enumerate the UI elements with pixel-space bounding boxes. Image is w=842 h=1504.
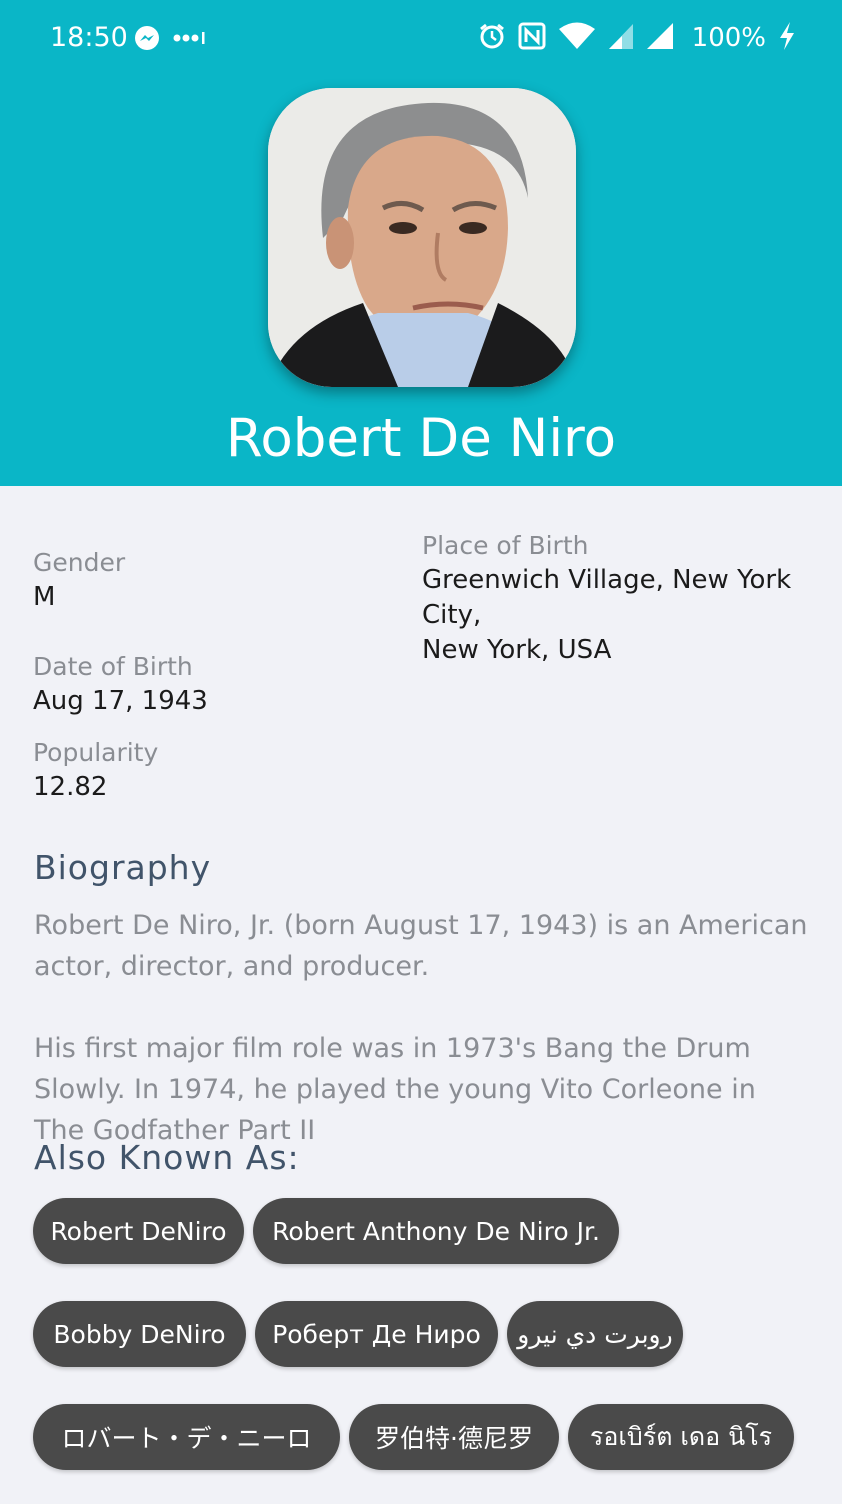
aka-chip[interactable]: Robert DeNiro bbox=[33, 1198, 244, 1264]
signal-icon bbox=[608, 22, 634, 55]
person-name: Robert De Niro bbox=[225, 408, 617, 469]
biography-line: actor, director, and producer. bbox=[34, 951, 430, 982]
popularity-value: 12.82 bbox=[33, 772, 108, 802]
biography-paragraph-2[interactable]: His first major film role was in 1973's … bbox=[34, 1028, 814, 1151]
place-of-birth-value: Greenwich Village, New York City, New Yo… bbox=[422, 563, 832, 668]
more-dots-icon bbox=[173, 30, 207, 51]
battery-percent: 100% bbox=[691, 23, 766, 53]
aka-chip[interactable]: ロバート・デ・ニーロ bbox=[33, 1404, 340, 1470]
messenger-icon bbox=[133, 25, 161, 58]
aka-chip[interactable]: Роберт Де Ниро bbox=[255, 1301, 498, 1367]
also-known-as-title: Also Known As: bbox=[34, 1138, 300, 1177]
aka-chip[interactable]: روبرت دي نيرو bbox=[507, 1301, 683, 1367]
aka-chip[interactable]: Robert Anthony De Niro Jr. bbox=[253, 1198, 619, 1264]
aka-chip[interactable]: รอเบิร์ต เดอ นิโร bbox=[568, 1404, 794, 1470]
popularity-label: Popularity bbox=[33, 738, 159, 767]
date-of-birth-label: Date of Birth bbox=[33, 652, 193, 681]
profile-header: 18:50 100% Robert De Niro bbox=[0, 0, 842, 486]
wifi-icon bbox=[558, 22, 596, 55]
date-of-birth-value: Aug 17, 1943 bbox=[33, 686, 208, 716]
aka-chip[interactable]: 罗伯特·德尼罗 bbox=[349, 1404, 559, 1470]
biography-paragraph-1: Robert De Niro, Jr. (born August 17, 194… bbox=[34, 905, 814, 987]
signal-full-icon bbox=[646, 22, 674, 55]
profile-photo bbox=[268, 88, 576, 387]
status-bar: 18:50 100% bbox=[0, 0, 842, 78]
biography-line: Robert De Niro, Jr. (born August 17, 194… bbox=[34, 910, 808, 941]
place-of-birth-label: Place of Birth bbox=[422, 531, 589, 560]
place-line-2: New York, USA bbox=[422, 635, 612, 665]
status-time: 18:50 bbox=[50, 22, 128, 53]
nfc-icon bbox=[518, 22, 546, 55]
alarm-icon bbox=[478, 22, 506, 55]
place-line-1: Greenwich Village, New York City, bbox=[422, 565, 792, 630]
gender-value: M bbox=[33, 582, 56, 612]
biography-title: Biography bbox=[34, 848, 212, 887]
charging-icon bbox=[778, 21, 796, 56]
aka-chip[interactable]: Bobby DeNiro bbox=[33, 1301, 246, 1367]
biography-line: His first major film role was in 1973's … bbox=[34, 1033, 751, 1064]
gender-label: Gender bbox=[33, 548, 126, 577]
